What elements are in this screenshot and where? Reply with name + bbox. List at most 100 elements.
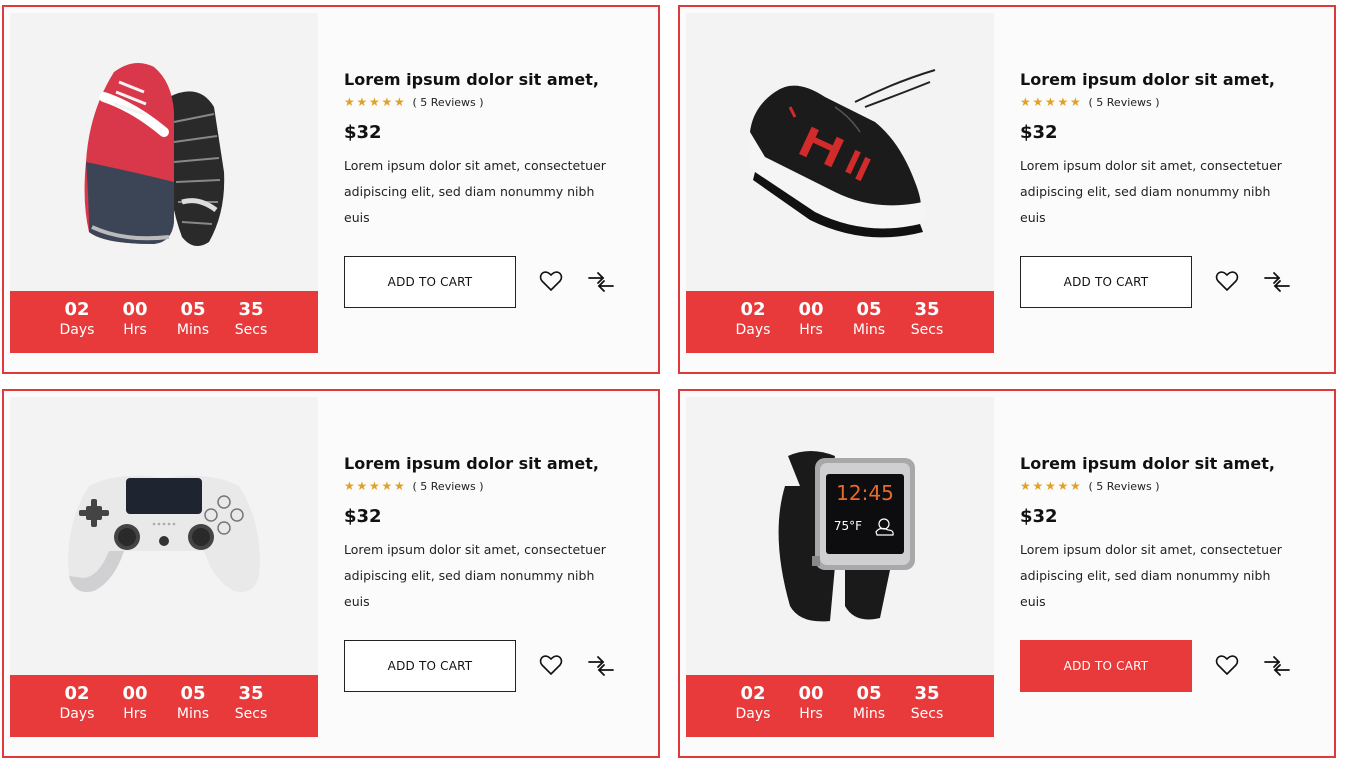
timer-hours: 00 Hrs: [782, 675, 840, 737]
product-image[interactable]: 12:45 75°F: [686, 397, 994, 675]
game-controller-image: [68, 475, 260, 592]
timer-days-label: Days: [59, 706, 95, 722]
heart-icon[interactable]: [1215, 654, 1239, 676]
add-to-cart-button[interactable]: ADD TO CART: [344, 256, 516, 308]
heart-icon[interactable]: [539, 654, 563, 676]
timer-days-value: 02: [740, 683, 766, 704]
product-media: 02 Days 00 Hrs 05 Mins 35 Secs: [10, 13, 318, 353]
countdown-timer: 02 Days 00 Hrs 05 Mins 35 Secs: [10, 675, 318, 737]
timer-seconds-label: Secs: [234, 706, 268, 722]
timer-seconds-label: Secs: [910, 322, 944, 338]
star-icon: ★: [369, 95, 380, 109]
timer-hours: 00 Hrs: [782, 291, 840, 353]
countdown-timer: 02 Days 00 Hrs 05 Mins 35 Secs: [686, 675, 994, 737]
timer-days-label: Days: [735, 322, 771, 338]
review-count[interactable]: ( 5 Reviews ): [413, 96, 484, 109]
product-info: Lorem ipsum dolor sit amet, ★ ★ ★ ★ ★ ( 5 Re…: [344, 69, 644, 231]
timer-hours-value: 00: [798, 299, 824, 320]
star-icon: ★: [1057, 479, 1069, 493]
timer-days-value: 02: [740, 299, 766, 320]
product-image[interactable]: [10, 13, 318, 291]
timer-minutes-label: Mins: [176, 322, 210, 338]
running-shoe-red-image: [84, 63, 225, 246]
timer-minutes-value: 05: [856, 299, 882, 320]
product-rating: ★ ★ ★ ★ ★ ( 5 Reviews ): [344, 94, 644, 110]
star-icon: ★: [1070, 95, 1081, 109]
timer-hours: 00 Hrs: [106, 675, 164, 737]
product-media: 02 Days 00 Hrs 05 Mins 35 Secs: [10, 397, 318, 737]
smartwatch-image: 12:45 75°F: [778, 451, 915, 622]
star-icon: ★: [1045, 95, 1056, 109]
timer-minutes: 05 Mins: [164, 291, 222, 353]
product-media: 12:45 75°F 02 Days 00 Hrs 05 Mins 35 Secs: [686, 397, 994, 737]
timer-days-value: 02: [64, 299, 90, 320]
product-card: 02 Days 00 Hrs 05 Mins 35 Secs Lorem ipsum d…: [2, 5, 660, 374]
product-title[interactable]: Lorem ipsum dolor sit amet,: [344, 69, 644, 91]
timer-days: 02 Days: [48, 675, 106, 737]
timer-days-label: Days: [735, 706, 771, 722]
star-icon: ★: [1032, 479, 1044, 493]
timer-days: 02 Days: [724, 291, 782, 353]
star-icon: ★: [1045, 479, 1056, 493]
product-image[interactable]: [10, 397, 318, 675]
product-description: Lorem ipsum dolor sit amet, consectetuer…: [344, 542, 606, 609]
timer-days: 02 Days: [724, 675, 782, 737]
review-count[interactable]: ( 5 Reviews ): [413, 480, 484, 493]
timer-hours-value: 00: [122, 683, 148, 704]
product-card: 02 Days 00 Hrs 05 Mins 35 Secs Lorem ipsum d…: [2, 389, 660, 758]
timer-minutes-label: Mins: [176, 706, 210, 722]
star-icon: ★: [369, 479, 380, 493]
product-info: Lorem ipsum dolor sit amet, ★ ★ ★ ★ ★ ( 5 Re…: [1020, 69, 1320, 231]
product-info: Lorem ipsum dolor sit amet, ★ ★ ★ ★ ★ ( 5 Re…: [344, 453, 644, 615]
product-info: Lorem ipsum dolor sit amet, ★ ★ ★ ★ ★ ( 5 Re…: [1020, 453, 1320, 615]
product-price: $32: [344, 122, 382, 143]
watch-time-text: 12:45: [836, 481, 894, 505]
product-title[interactable]: Lorem ipsum dolor sit amet,: [1020, 69, 1320, 91]
review-count[interactable]: ( 5 Reviews ): [1089, 480, 1160, 493]
timer-seconds: 35 Secs: [222, 291, 280, 353]
product-actions: ADD TO CART: [344, 640, 644, 692]
timer-days-label: Days: [59, 322, 95, 338]
timer-days-value: 02: [64, 683, 90, 704]
countdown-timer: 02 Days 00 Hrs 05 Mins 35 Secs: [686, 291, 994, 353]
heart-icon[interactable]: [539, 270, 563, 292]
compare-arrows-icon[interactable]: [588, 654, 614, 678]
review-count[interactable]: ( 5 Reviews ): [1089, 96, 1160, 109]
add-to-cart-button[interactable]: ADD TO CART: [1020, 640, 1192, 692]
timer-seconds-value: 35: [914, 299, 940, 320]
product-card: 02 Days 00 Hrs 05 Mins 35 Secs Lorem ipsum d…: [678, 5, 1336, 374]
timer-days: 02 Days: [48, 291, 106, 353]
timer-minutes: 05 Mins: [840, 675, 898, 737]
star-icon: ★: [381, 95, 393, 109]
product-description: Lorem ipsum dolor sit amet, consectetuer…: [1020, 158, 1282, 225]
product-price: $32: [1020, 506, 1058, 527]
add-to-cart-button[interactable]: ADD TO CART: [1020, 256, 1192, 308]
product-title[interactable]: Lorem ipsum dolor sit amet,: [1020, 453, 1320, 475]
timer-minutes-value: 05: [180, 299, 206, 320]
countdown-timer: 02 Days 00 Hrs 05 Mins 35 Secs: [10, 291, 318, 353]
product-price: $32: [344, 506, 382, 527]
compare-arrows-icon[interactable]: [1264, 270, 1290, 294]
product-image[interactable]: [686, 13, 994, 291]
sneaker-black-image: [748, 69, 936, 238]
timer-hours-label: Hrs: [799, 706, 823, 722]
star-icon: ★: [344, 479, 355, 493]
timer-seconds: 35 Secs: [222, 675, 280, 737]
compare-arrows-icon[interactable]: [588, 270, 614, 294]
timer-seconds-value: 35: [238, 683, 264, 704]
product-rating: ★ ★ ★ ★ ★ ( 5 Reviews ): [344, 478, 644, 494]
timer-hours-value: 00: [122, 299, 148, 320]
heart-icon[interactable]: [1215, 270, 1239, 292]
star-icon: ★: [1020, 479, 1031, 493]
timer-hours-label: Hrs: [799, 322, 823, 338]
star-icon: ★: [1070, 479, 1081, 493]
star-icon: ★: [381, 479, 393, 493]
timer-minutes-label: Mins: [852, 322, 886, 338]
star-icon: ★: [344, 95, 355, 109]
product-actions: ADD TO CART: [1020, 256, 1320, 308]
timer-minutes: 05 Mins: [164, 675, 222, 737]
add-to-cart-button[interactable]: ADD TO CART: [344, 640, 516, 692]
product-title[interactable]: Lorem ipsum dolor sit amet,: [344, 453, 644, 475]
timer-hours-value: 00: [798, 683, 824, 704]
compare-arrows-icon[interactable]: [1264, 654, 1290, 678]
